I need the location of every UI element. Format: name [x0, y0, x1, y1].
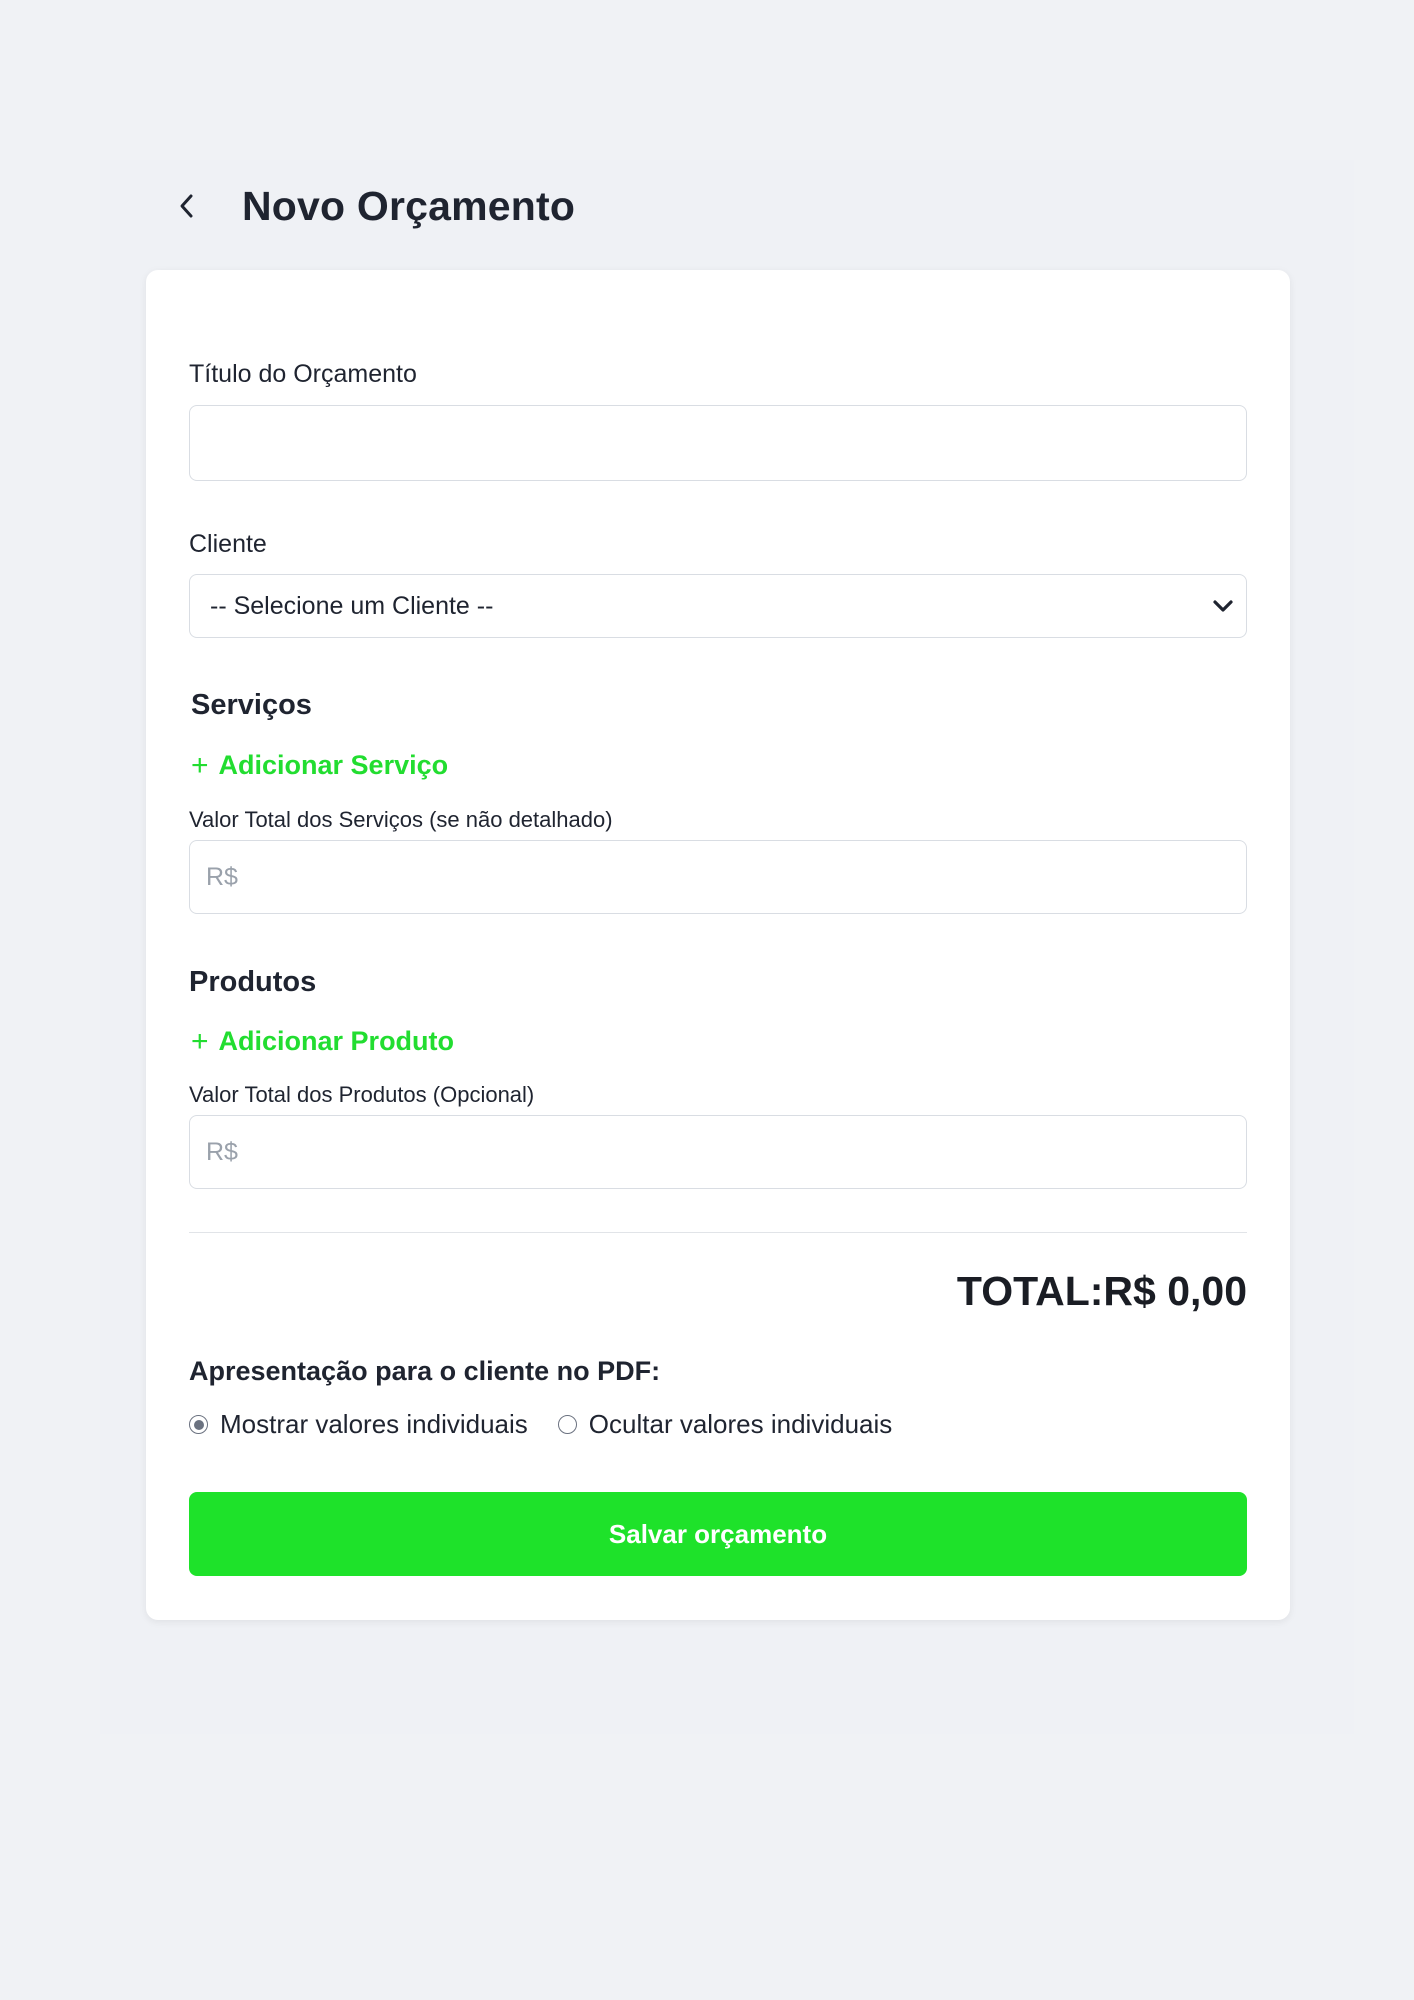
page-title: Novo Orçamento: [242, 182, 576, 229]
client-label: Cliente: [189, 530, 267, 558]
services-total-label: Valor Total dos Serviços (se não detalha…: [189, 807, 613, 832]
plus-icon: +: [191, 1024, 209, 1058]
radio-hide-values-label[interactable]: Ocultar valores individuais: [589, 1409, 892, 1440]
add-product-button[interactable]: + Adicionar Produto: [191, 1026, 454, 1057]
title-input[interactable]: [189, 405, 1247, 481]
pdf-options: Mostrar valores individuais Ocultar valo…: [189, 1409, 892, 1440]
services-total-input[interactable]: [189, 840, 1247, 914]
add-service-label: Adicionar Serviço: [218, 750, 449, 780]
total-amount: TOTAL:R$ 0,00: [956, 1268, 1247, 1314]
products-heading: Produtos: [189, 966, 317, 998]
products-total-input[interactable]: [189, 1115, 1247, 1189]
save-button[interactable]: Salvar orçamento: [189, 1492, 1247, 1576]
radio-show-values[interactable]: [189, 1415, 208, 1434]
chevron-down-icon: [1213, 600, 1233, 612]
client-select[interactable]: -- Selecione um Cliente --: [189, 574, 1247, 638]
page-header: Novo Orçamento: [168, 178, 575, 234]
radio-show-values-label[interactable]: Mostrar valores individuais: [220, 1409, 528, 1440]
plus-icon: +: [191, 748, 209, 782]
services-heading: Serviços: [191, 689, 312, 721]
radio-hide-values[interactable]: [557, 1415, 577, 1434]
pdf-presentation-heading: Apresentação para o cliente no PDF:: [189, 1356, 661, 1386]
back-button[interactable]: [168, 188, 204, 224]
add-service-button[interactable]: + Adicionar Serviço: [191, 750, 448, 781]
products-total-label: Valor Total dos Produtos (Opcional): [189, 1082, 535, 1107]
chevron-left-icon: [180, 194, 193, 218]
client-select-value: -- Selecione um Cliente --: [210, 591, 494, 620]
divider: [189, 1232, 1247, 1233]
add-product-label: Adicionar Produto: [218, 1026, 455, 1056]
budget-form-card: Título do Orçamento Cliente -- Selecione…: [146, 270, 1290, 1620]
radio-selected-dot: [193, 1419, 204, 1430]
title-label: Título do Orçamento: [189, 360, 417, 388]
